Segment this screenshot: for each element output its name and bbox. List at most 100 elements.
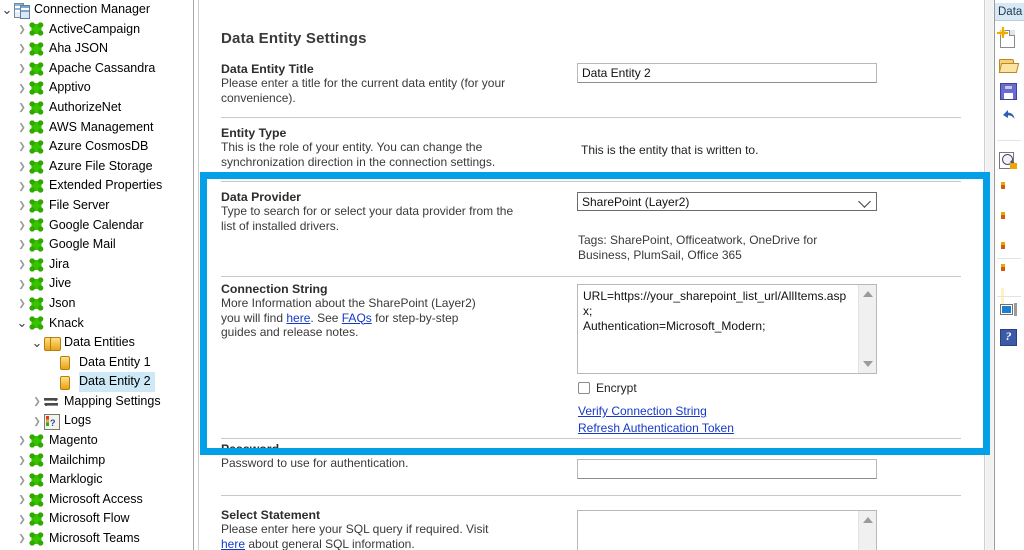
connection-string-scrollbar[interactable] <box>858 285 876 373</box>
connection-string-faqs-link[interactable]: FAQs <box>342 311 372 325</box>
tree-item-label: Logs <box>64 413 92 428</box>
chevron-right-icon[interactable]: ❯ <box>30 416 44 426</box>
tree-item-azure-cosmosdb[interactable]: ❯ Azure CosmosDB <box>0 137 192 157</box>
chevron-right-icon[interactable]: ❯ <box>15 201 29 210</box>
open-folder-icon[interactable] <box>998 55 1020 75</box>
tree-item-google-mail[interactable]: ❯ Google Mail <box>0 235 192 255</box>
tree-item-label: Apptivo <box>49 80 91 95</box>
tree-item-apache-cassandra[interactable]: ❯ Apache Cassandra <box>0 59 192 79</box>
scrollbar-track[interactable] <box>986 0 993 550</box>
tree-item-jive[interactable]: ❯ Jive <box>0 274 192 294</box>
tree-item-data-entities[interactable]: ⌄ Data Entities <box>0 333 192 353</box>
chevron-right-icon[interactable]: ❯ <box>15 260 29 269</box>
connection-string-textarea[interactable]: URL=https://your_sharepoint_list_url/All… <box>577 284 877 374</box>
tree-item-authorizenet[interactable]: ❯ AuthorizeNet <box>0 98 192 118</box>
tree-item-knack[interactable]: ⌄ Knack <box>0 314 192 334</box>
tree-item-connection-manager[interactable]: ⌄ Connection Manager <box>0 0 192 20</box>
chevron-down-icon[interactable]: ⌄ <box>30 336 44 349</box>
tree-item-aha-json[interactable]: ❯ Aha JSON <box>0 39 192 59</box>
plug-icon <box>29 217 46 233</box>
tree-item-label: File Server <box>49 197 110 212</box>
display-icon[interactable] <box>998 300 1018 320</box>
chevron-right-icon[interactable]: ❯ <box>15 103 29 112</box>
tree-item-magento[interactable]: ❯ Magento <box>0 431 192 451</box>
save-icon[interactable] <box>998 80 1018 100</box>
tree-item-aws-management[interactable]: ❯ AWS Management <box>0 118 192 138</box>
data-entity-title-input[interactable] <box>577 63 877 83</box>
tree-item-microsoft-access[interactable]: ❯ Microsoft Access <box>0 490 192 510</box>
chevron-right-icon[interactable]: ❯ <box>15 514 29 524</box>
chevron-right-icon[interactable]: ❯ <box>15 44 29 53</box>
scroll-up-arrow-icon[interactable] <box>862 291 873 297</box>
select-statement-here-link[interactable]: here <box>221 537 245 550</box>
connection-string-here-link[interactable]: here <box>286 311 310 325</box>
chevron-right-icon[interactable]: ❯ <box>15 279 29 289</box>
chevron-right-icon[interactable]: ❯ <box>15 64 29 73</box>
tree-item-jira[interactable]: ❯ Jira <box>0 255 192 275</box>
tree-item-label: Apache Cassandra <box>49 60 156 75</box>
tree-item-extended-properties[interactable]: ❯ Extended Properties <box>0 176 192 196</box>
chevron-right-icon[interactable]: ❯ <box>15 240 29 249</box>
connection-manager-tree[interactable]: ⌄ Connection Manager ❯ ActiveCampaign ❯ Aha J… <box>0 0 192 550</box>
chevron-right-icon[interactable]: ❯ <box>30 397 44 406</box>
tree-item-marklogic[interactable]: ❯ Marklogic <box>0 470 192 490</box>
divider-5 <box>221 495 961 496</box>
chevron-right-icon[interactable]: ❯ <box>15 299 29 308</box>
divider-3 <box>221 276 961 277</box>
select-statement-description: Please enter here your SQL query if requ… <box>221 522 501 550</box>
tree-item-data-entity-1[interactable]: Data Entity 1 <box>0 353 192 373</box>
chevron-right-icon[interactable]: ❯ <box>15 181 29 191</box>
app-window: ⌄ Connection Manager ❯ ActiveCampaign ❯ Aha J… <box>0 0 1024 550</box>
tree-item-microsoft-teams[interactable]: ❯ Microsoft Teams <box>0 529 192 549</box>
tree-item-file-server[interactable]: ❯ File Server <box>0 196 192 216</box>
encrypt-checkbox[interactable] <box>578 382 590 394</box>
tree-item-data-entity-2[interactable]: Data Entity 2 <box>0 372 192 392</box>
tree-item-activecampaign[interactable]: ❯ ActiveCampaign <box>0 20 192 40</box>
chevron-right-icon[interactable]: ❯ <box>15 83 29 93</box>
content-vertical-scrollbar[interactable] <box>984 0 995 550</box>
chevron-down-icon[interactable]: ⌄ <box>0 3 14 16</box>
tree-item-label: Mapping Settings <box>64 393 161 408</box>
password-input[interactable] <box>577 459 877 479</box>
chevron-right-icon[interactable]: ❯ <box>15 122 29 132</box>
tree-item-json[interactable]: ❯ Json <box>0 294 192 314</box>
new-document-icon[interactable] <box>997 27 1018 48</box>
chevron-right-icon[interactable]: ❯ <box>15 220 29 230</box>
password-label: Password <box>221 442 280 456</box>
chevron-right-icon[interactable]: ❯ <box>15 162 29 171</box>
data-tab[interactable]: Data <box>995 3 1024 21</box>
panel-splitter[interactable] <box>192 0 200 550</box>
tree-item-google-calendar[interactable]: ❯ Google Calendar <box>0 216 192 236</box>
chevron-down-icon[interactable]: ⌄ <box>15 316 29 329</box>
undo-icon[interactable] <box>998 105 1018 125</box>
select-statement-scrollbar[interactable] <box>858 511 876 550</box>
tree-item-logs[interactable]: ❯ Logs <box>0 411 192 433</box>
data-provider-combobox[interactable]: SharePoint (Layer2) <box>577 192 877 211</box>
help-icon[interactable]: ? <box>998 326 1018 346</box>
tree-item-apptivo[interactable]: ❯ Apptivo <box>0 78 192 98</box>
verify-connection-string-link[interactable]: Verify Connection String <box>578 404 707 418</box>
divider-1 <box>221 117 961 118</box>
scroll-down-arrow-icon[interactable] <box>862 361 873 367</box>
chevron-right-icon[interactable]: ❯ <box>15 455 29 465</box>
plug-icon <box>29 198 46 214</box>
tree-item-label: ActiveCampaign <box>49 21 141 36</box>
chevron-right-icon[interactable]: ❯ <box>15 475 29 485</box>
select-statement-textarea[interactable] <box>577 510 877 550</box>
encrypt-checkbox-row[interactable]: Encrypt <box>578 381 637 395</box>
select-statement-label: Select Statement <box>221 508 321 522</box>
refresh-authentication-token-link[interactable]: Refresh Authentication Token <box>578 421 734 435</box>
tree-item-mailchimp[interactable]: ❯ Mailchimp <box>0 451 192 471</box>
plug-icon <box>29 433 46 449</box>
tree-item-mapping-settings[interactable]: ❯ Mapping Settings <box>0 392 192 412</box>
chevron-right-icon[interactable]: ❯ <box>15 24 29 34</box>
chevron-right-icon[interactable]: ❯ <box>15 436 29 445</box>
chevron-right-icon[interactable]: ❯ <box>15 495 29 504</box>
chevron-right-icon[interactable]: ❯ <box>15 142 29 151</box>
tree-item-microsoft-flow[interactable]: ❯ Microsoft Flow <box>0 509 192 529</box>
chevron-right-icon[interactable]: ❯ <box>15 534 29 543</box>
tree-item-azure-file-storage[interactable]: ❯ Azure File Storage <box>0 157 192 177</box>
scroll-up-arrow-icon[interactable] <box>862 517 873 523</box>
print-preview-icon[interactable] <box>998 150 1018 170</box>
data-entity-title-description: Please enter a title for the current dat… <box>221 76 506 105</box>
